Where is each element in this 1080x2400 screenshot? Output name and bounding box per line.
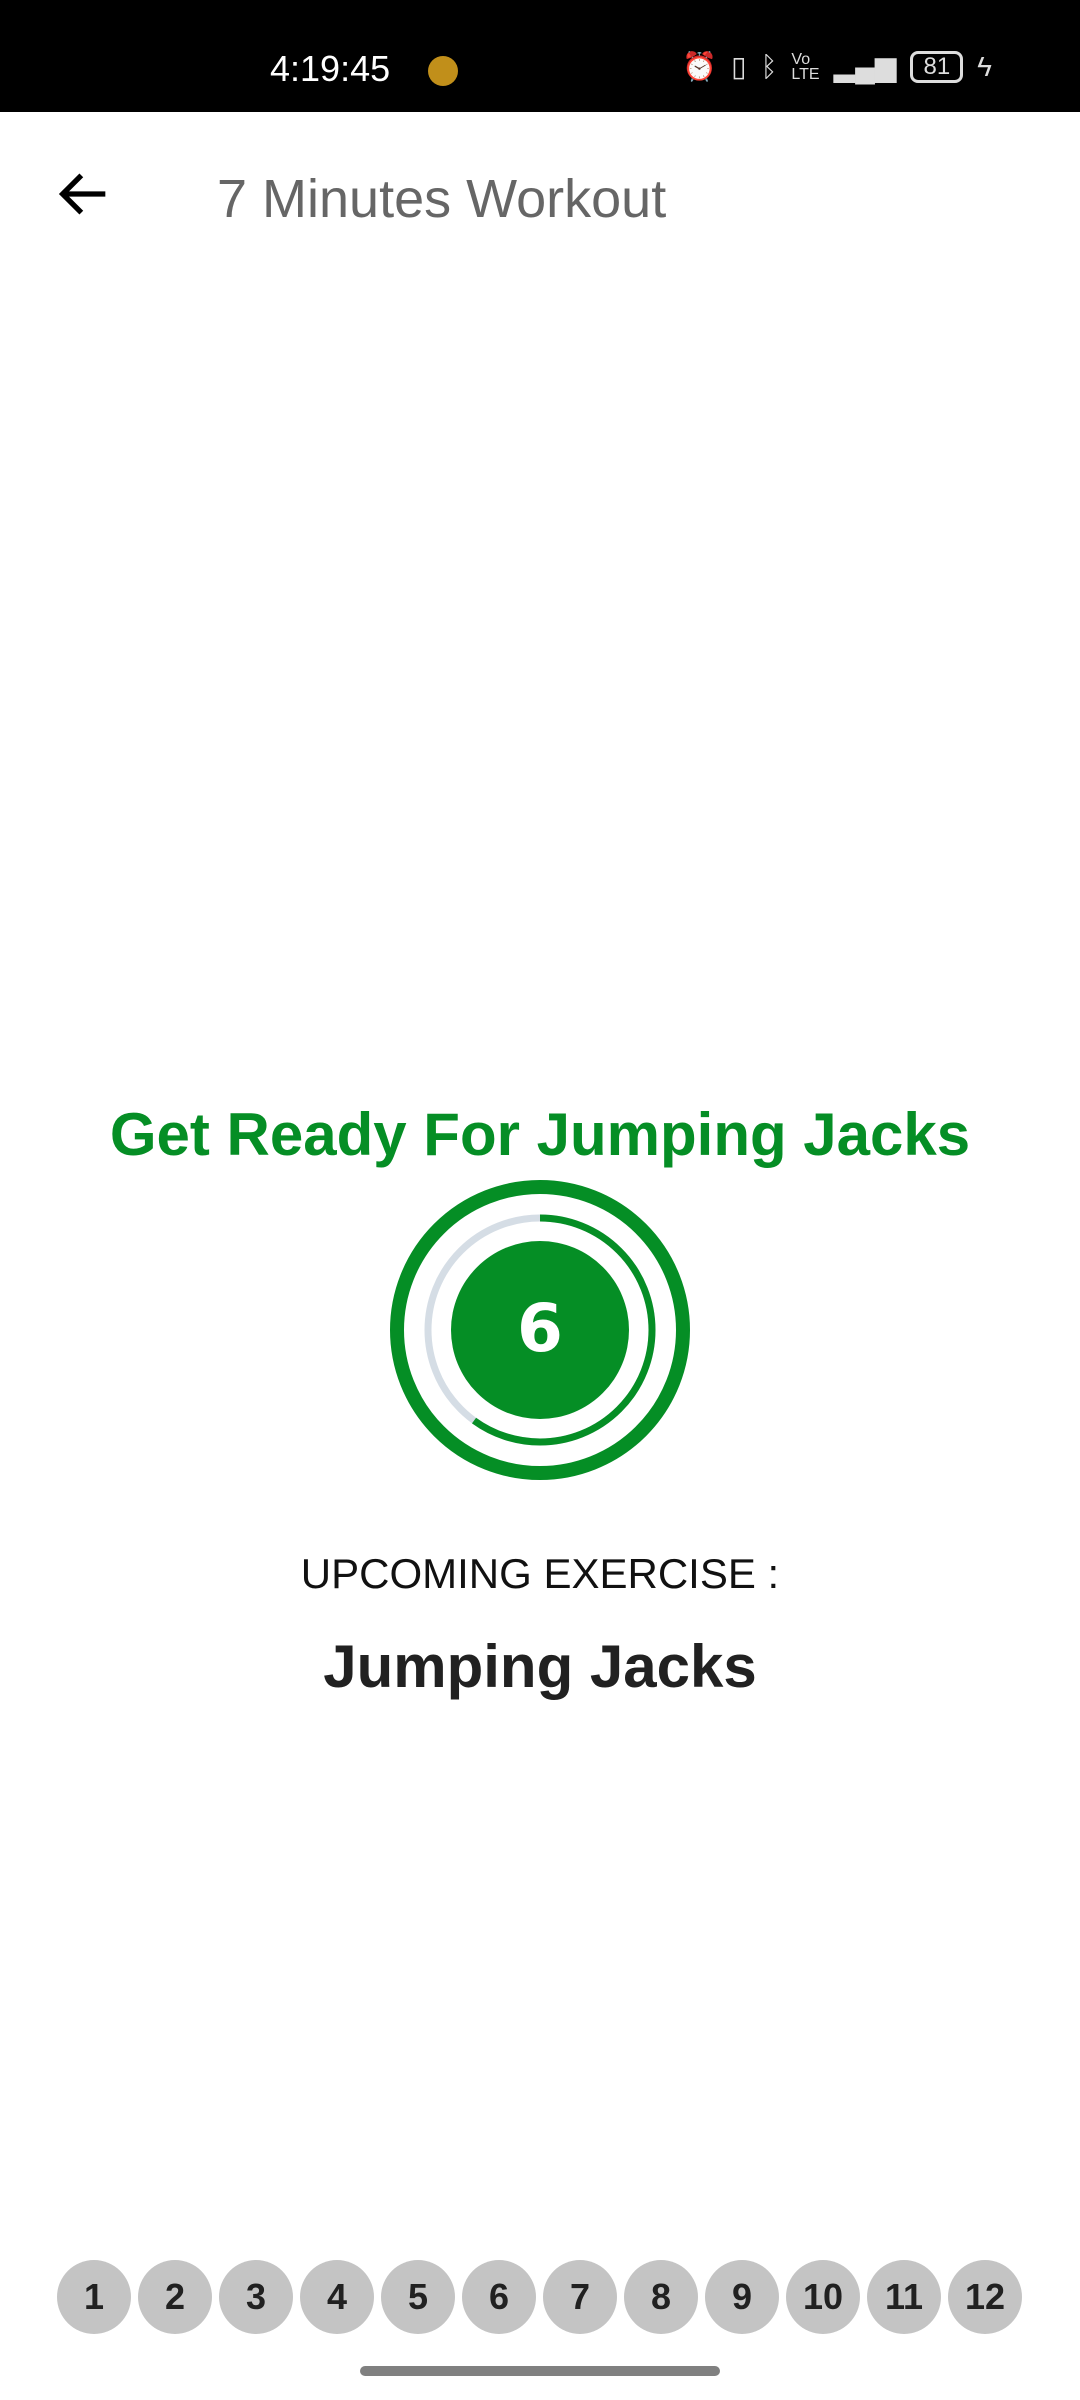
- volte-icon: Vo LTE: [791, 50, 820, 83]
- step-12: 12: [948, 2260, 1022, 2334]
- signal-icon: ▂▄▆: [833, 51, 897, 82]
- step-1: 1: [57, 2260, 131, 2334]
- download-notification-icon: [428, 56, 458, 86]
- step-5: 5: [381, 2260, 455, 2334]
- upcoming-label: UPCOMING EXERCISE :: [300, 1550, 780, 1597]
- get-ready-heading: Get Ready For Jumping Jacks: [109, 1101, 971, 1168]
- step-4: 4: [300, 2260, 374, 2334]
- app-bar: 7 Minutes Workout: [0, 112, 1080, 282]
- alarm-icon: ⏰: [682, 51, 718, 82]
- page-title: 7 Minutes Workout: [217, 169, 667, 229]
- step-9: 9: [705, 2260, 779, 2334]
- upcoming-exercise-name: Jumping Jacks: [323, 1633, 757, 1700]
- step-2: 2: [138, 2260, 212, 2334]
- timer-value: 6: [517, 1290, 563, 1367]
- step-8: 8: [624, 2260, 698, 2334]
- step-3: 3: [219, 2260, 293, 2334]
- vibrate-icon: ▯: [731, 51, 747, 82]
- status-icons: ⏰ ▯ ᛒ Vo LTE ▂▄▆ 81 ϟ: [682, 50, 992, 83]
- status-bar: 4:19:45 ⏰ ▯ ᛒ Vo LTE ▂▄▆ 81 ϟ: [0, 0, 1080, 112]
- step-6: 6: [462, 2260, 536, 2334]
- home-indicator[interactable]: [360, 2366, 720, 2376]
- step-11: 11: [867, 2260, 941, 2334]
- status-time: 4:19:45: [270, 48, 391, 89]
- step-7: 7: [543, 2260, 617, 2334]
- arrow-left-icon[interactable]: [52, 162, 116, 226]
- exercise-step-indicator: 1 2 3 4 5 6 7 8 9 10 11 12: [57, 2260, 1022, 2334]
- bluetooth-icon: ᛒ: [760, 50, 778, 82]
- charging-icon: ϟ: [977, 50, 992, 82]
- step-10: 10: [786, 2260, 860, 2334]
- battery-icon: 81: [910, 50, 964, 83]
